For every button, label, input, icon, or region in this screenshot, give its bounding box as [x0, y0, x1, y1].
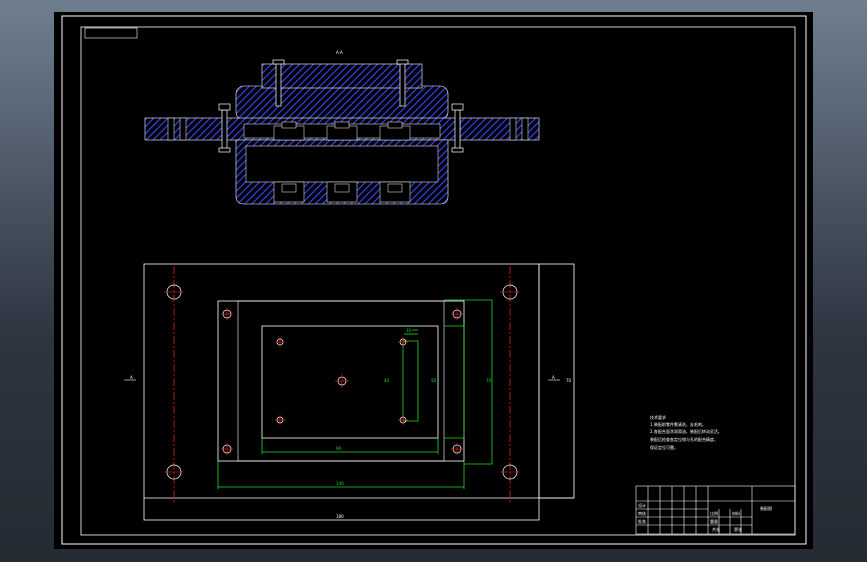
- dim-inner-width: 90: [336, 446, 342, 451]
- section-marker-right: A: [552, 375, 555, 380]
- dim-outer-width: 140: [336, 481, 344, 486]
- title-drawing-name: 装配图: [760, 505, 772, 511]
- bolt-top-left: [275, 61, 282, 107]
- bolt-top-right: [399, 61, 406, 107]
- right-side-label: 70: [566, 378, 572, 383]
- tech-title: 技术要求: [650, 414, 666, 420]
- title-cell-weight: 重量: [710, 518, 718, 524]
- section-label: A-A: [336, 50, 343, 55]
- title-cell-material: 材料: [732, 510, 740, 516]
- bolt-side-left: [221, 109, 228, 151]
- dim-height-mid: 50: [431, 378, 437, 383]
- cad-viewport[interactable]: A-A 90 140 180 10 40 50 70 70 A A 技术要求 1…: [54, 12, 813, 549]
- dim-height-large: 70: [486, 378, 492, 383]
- upper-body: [235, 85, 449, 121]
- title-cell-scale: 比例: [710, 510, 718, 516]
- tech-line-1: 1.装配前零件需清洗，去毛刺。: [650, 421, 706, 427]
- title-cell-sheet-no: 第张: [734, 526, 742, 532]
- section-marker-left: A: [130, 375, 133, 380]
- dim-overall-width: 180: [336, 514, 344, 519]
- tech-line-3: 装配后检查各定位销与孔的配合精度，: [650, 436, 718, 442]
- drawing-sheet: A-A 90 140 180 10 40 50 70 70 A A 技术要求 1…: [61, 15, 807, 545]
- dim-height-small: 40: [384, 378, 390, 383]
- tech-line-2: 2.各配合面涂润滑油，装配后转动灵活。: [650, 428, 722, 434]
- title-cell-sheets: 共张: [712, 526, 720, 532]
- section-view: A-A: [144, 50, 540, 205]
- title-cell-design: 设计: [638, 502, 646, 508]
- title-cell-approve: 批准: [638, 518, 646, 524]
- drawing-number-box: [84, 27, 138, 39]
- tech-line-4: 保证定位可靠。: [650, 444, 678, 450]
- tech-requirements: 技术要求 1.装配前零件需清洗，去毛刺。 2.各配合面涂润滑油，装配后转动灵活。…: [650, 414, 722, 450]
- dim-small-width: 10: [406, 328, 412, 333]
- bolt-side-right: [454, 109, 461, 151]
- title-cell-review: 审核: [638, 510, 646, 516]
- plan-view: 90 140 180 10 40 50 70 70 A A: [124, 263, 575, 521]
